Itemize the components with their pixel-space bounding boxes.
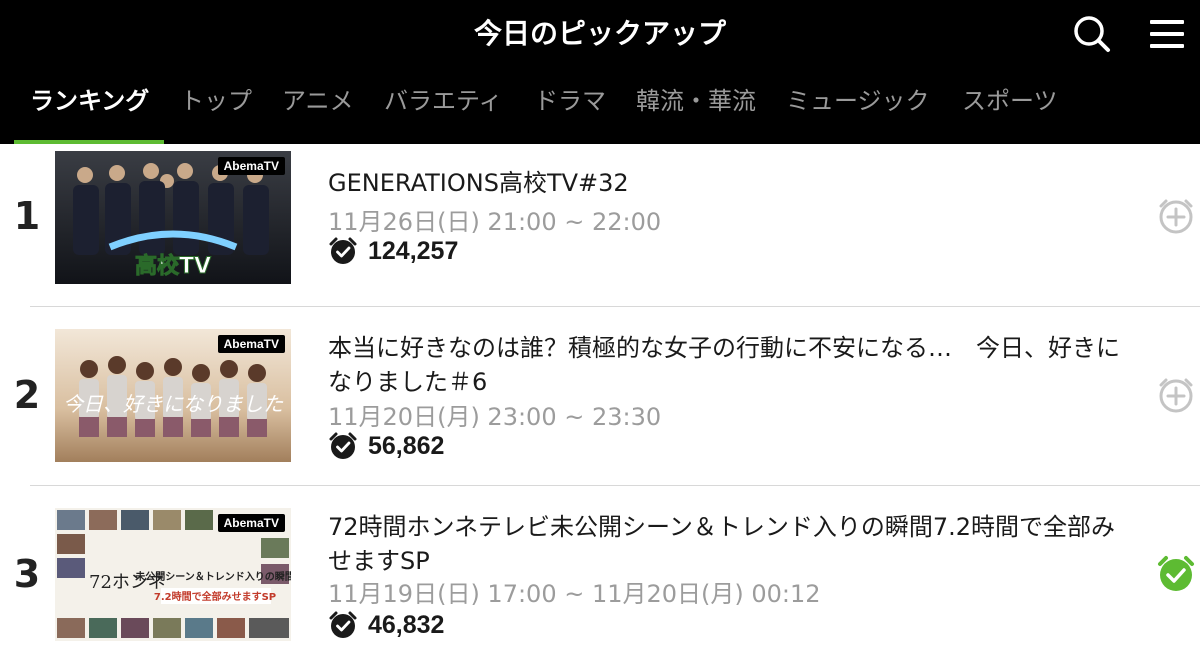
tab-drama[interactable]: ドラマ: [534, 78, 606, 144]
tab-anime[interactable]: アニメ: [282, 78, 354, 144]
ranking-item[interactable]: 3 72ホンネ 未公開シーン＆トレンド入りの瞬間 7.2時間で全部みせますSP …: [0, 486, 1200, 657]
ranking-item[interactable]: 2 今日、好きになりました AbemaTV 本当に好きなのは誰？積極的な女子の行…: [0, 307, 1200, 485]
program-time: 11月26日(日) 21:00 ~ 22:00: [328, 208, 662, 236]
svg-text:今日、好きになりました: 今日、好きになりました: [63, 392, 284, 416]
program-thumbnail: 今日、好きになりました AbemaTV: [55, 329, 291, 462]
abema-badge: AbemaTV: [217, 335, 285, 353]
tab-korean-chinese[interactable]: 韓流・華流: [636, 78, 756, 144]
alarm-check-icon: [329, 611, 357, 638]
svg-text:高校TV: 高校TV: [135, 253, 211, 279]
count-value: 56,862: [368, 432, 445, 460]
app-header: 今日のピックアップ ランキング トップ アニメ バラエティ ドラマ 韓流・華流 …: [0, 0, 1200, 144]
program-title: 72時間ホンネテレビ未公開シーン＆トレンド入りの瞬間7.2時間で全部みせますSP: [328, 513, 1116, 575]
rank-number: 1: [13, 194, 41, 238]
search-icon: [1074, 16, 1110, 52]
tab-top[interactable]: トップ: [180, 78, 252, 144]
add-reminder-icon[interactable]: [1156, 375, 1196, 415]
page-title: 今日のピックアップ: [473, 17, 726, 50]
rank-number: 3: [13, 552, 41, 596]
svg-text:未公開シーン＆トレンド入りの瞬間: 未公開シーン＆トレンド入りの瞬間: [134, 570, 291, 583]
category-tabs: ランキング トップ アニメ バラエティ ドラマ 韓流・華流 ミュージック スポー…: [0, 78, 1200, 144]
reminder-set-icon[interactable]: [1156, 554, 1196, 594]
count-value: 46,832: [368, 611, 445, 639]
tab-music[interactable]: ミュージック: [786, 78, 930, 144]
alarm-check-icon: [329, 432, 357, 459]
tab-variety[interactable]: バラエティ: [384, 78, 503, 144]
program-thumbnail: 72ホンネ 未公開シーン＆トレンド入りの瞬間 7.2時間で全部みせますSP Ab…: [55, 508, 291, 641]
svg-text:7.2時間で全部みせますSP: 7.2時間で全部みせますSP: [154, 590, 276, 603]
search-button[interactable]: [1070, 12, 1114, 56]
abema-badge: AbemaTV: [217, 157, 285, 175]
rank-number: 2: [13, 373, 41, 417]
program-time: 11月20日(月) 23:00 ~ 23:30: [328, 403, 662, 431]
hamburger-menu-icon: [1150, 20, 1184, 48]
abema-badge: AbemaTV: [217, 514, 285, 532]
count-value: 124,257: [368, 237, 459, 265]
add-reminder-icon[interactable]: [1156, 196, 1196, 236]
program-title: GENERATIONS高校TV#32: [328, 169, 629, 197]
alarm-check-icon: [329, 237, 357, 264]
menu-button[interactable]: [1146, 12, 1190, 56]
ranking-item[interactable]: 1 高校TV AbemaTV GENERATIONS高校TV#32 11月26日…: [0, 144, 1200, 306]
tab-sports[interactable]: スポーツ: [962, 78, 1058, 144]
program-time: 11月19日(日) 17:00 ~ 11月20日(月) 00:12: [328, 580, 821, 608]
program-title: 本当に好きなのは誰？積極的な女子の行動に不安になる… 今日、好きになりました＃6: [328, 334, 1120, 396]
program-thumbnail: 高校TV AbemaTV: [55, 151, 291, 284]
tab-ranking[interactable]: ランキング: [30, 78, 149, 144]
